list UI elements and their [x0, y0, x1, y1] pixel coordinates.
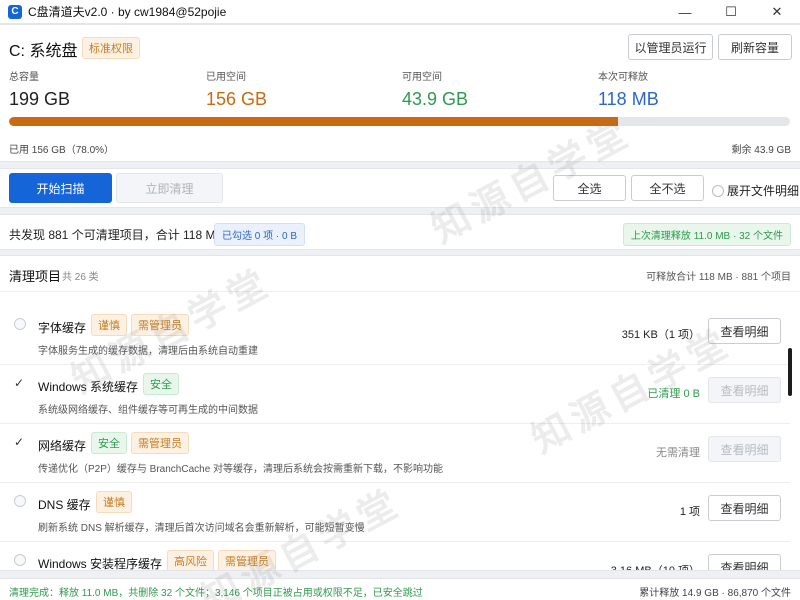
title-bar: C C盘清道夫v2.0 · by cw1984@52pojie — ☐ ✕	[0, 0, 800, 24]
select-all-button[interactable]: 全选	[553, 175, 626, 201]
refresh-capacity-button[interactable]: 刷新容量	[718, 34, 792, 60]
risk-badge: 安全	[143, 373, 179, 395]
item-description: 系统级网络缓存、组件缓存等可再生成的中间数据	[38, 405, 258, 416]
usage-progress-bar	[9, 117, 790, 126]
close-icon[interactable]: ✕	[754, 0, 800, 24]
drive-panel: C: 系统盘 标准权限 以管理员运行 刷新容量 总容量 199 GB 已用空间 …	[0, 24, 800, 162]
stat-value: 118 MB	[598, 89, 659, 109]
run-as-admin-button[interactable]: 以管理员运行	[628, 34, 713, 60]
stat-label: 总容量	[9, 72, 39, 83]
permission-badge: 标准权限	[82, 37, 140, 59]
item-status: 无需清理	[656, 447, 700, 459]
risk-badge: 需管理员	[218, 550, 276, 570]
risk-badge: 安全	[91, 432, 127, 454]
clean-item-row[interactable]: ✓ Windows 系统缓存 安全系统级网络缓存、组件缓存等可再生成的中间数据 已清理…	[0, 365, 790, 424]
toolbar: 开始扫描 立即清理 全选 全不选 展开文件明细	[0, 168, 800, 208]
stat-used: 已用空间 156 GB	[206, 68, 267, 110]
minimize-icon[interactable]: —	[662, 0, 708, 24]
clean-now-button[interactable]: 立即清理	[116, 173, 223, 203]
maximize-icon[interactable]: ☐	[708, 0, 754, 24]
item-name: Windows 系统缓存	[38, 380, 139, 394]
status-bar: 清理完成：释放 11.0 MB，共删除 32 个文件；3,146 个项目正被占用…	[0, 578, 800, 600]
view-details-button[interactable]: 查看明细	[708, 318, 781, 344]
risk-badge: 谨慎	[96, 491, 132, 513]
window-title: C盘清道夫v2.0 · by cw1984@52pojie	[28, 5, 227, 19]
stat-value: 156 GB	[206, 89, 268, 109]
checked-icon[interactable]: ✓	[14, 377, 26, 389]
view-details-button[interactable]: 查看明细	[708, 495, 781, 521]
item-name: Windows 安装程序缓存	[38, 557, 163, 571]
item-badges: 谨慎 需管理员	[91, 314, 189, 336]
view-details-button[interactable]: 查看明细	[708, 436, 781, 462]
checked-icon[interactable]: ✓	[14, 436, 26, 448]
clean-items: 字体缓存 谨慎 需管理员 字体服务生成的缓存数据，清理后由系统自动重建 351 KB（1…	[0, 306, 790, 571]
status-message: 清理完成：释放 11.0 MB，共删除 32 个文件；3,146 个项目正被占用…	[9, 588, 423, 599]
stat-label: 本次可释放	[598, 72, 648, 83]
app-icon: C	[8, 4, 22, 19]
used-summary: 已用 156 GB（78.0%）	[9, 145, 115, 156]
stat-release: 本次可释放 118 MB	[598, 68, 659, 110]
clean-item-row[interactable]: 字体缓存 谨慎 需管理员字体服务生成的缓存数据，清理后由系统自动重建 351 KB（1…	[0, 306, 790, 365]
item-badges: 谨慎	[96, 491, 132, 513]
window-controls: — ☐ ✕	[662, 0, 800, 24]
item-status: 351 KB（1 项）	[621, 329, 700, 341]
start-scan-button[interactable]: 开始扫描	[9, 173, 112, 203]
item-status: 已清理 0 B	[647, 388, 700, 400]
item-badges: 安全 需管理员	[91, 432, 189, 454]
found-summary: 共发现 881 个可清理项目，合计 118 MB	[9, 228, 224, 242]
item-description: 字体服务生成的缓存数据，清理后由系统自动重建	[38, 346, 258, 357]
select-none-button[interactable]: 全不选	[631, 175, 704, 201]
view-details-button[interactable]: 查看明细	[708, 377, 781, 403]
unchecked-radio[interactable]	[14, 554, 26, 566]
item-status: 3.16 MB（10 项）	[610, 565, 700, 571]
view-details-button[interactable]: 查看明细	[708, 554, 781, 570]
last-clean-badge: 上次清理释放 11.0 MB · 32 个文件	[622, 223, 791, 246]
item-description: 刷新系统 DNS 解析缓存，清理后首次访问域名会重新解析，可能短暂变慢	[38, 523, 365, 534]
stat-label: 可用空间	[402, 72, 442, 83]
stat-value: 43.9 GB	[402, 89, 469, 109]
expand-label: 展开文件明细	[727, 184, 800, 198]
risk-badge: 谨慎	[91, 314, 127, 336]
item-description: 传递优化（P2P）缓存与 BranchCache 对等缓存，清理后系统会按需重新…	[38, 464, 444, 475]
expand-radio[interactable]	[712, 184, 724, 197]
clean-item-row[interactable]: ✓ 网络缓存 安全 需管理员传递优化（P2P）缓存与 BranchCache 对等缓存…	[0, 424, 790, 483]
list-count: 共 26 类	[62, 272, 99, 283]
stat-value: 199 GB	[9, 89, 71, 109]
item-badges: 安全	[143, 373, 179, 395]
summary-panel: 共发现 881 个可清理项目，合计 118 MB 已勾选 0 项 · 0 B 上…	[0, 214, 800, 250]
cumulative-stats: 累计释放 14.9 GB · 86,870 个文件	[639, 588, 791, 599]
stat-free: 可用空间 43.9 GB	[402, 68, 468, 110]
remain-summary: 剩余 43.9 GB	[731, 145, 791, 156]
selected-badge: 已勾选 0 项 · 0 B	[214, 223, 306, 246]
item-badges: 高风险 需管理员	[167, 550, 276, 570]
usage-progress-fill	[9, 117, 619, 126]
expand-details-toggle[interactable]: 展开文件明细	[712, 182, 799, 199]
list-header: 清理项目 共 26 类 可释放合计 118 MB · 881 个项目	[0, 256, 800, 292]
risk-badge: 需管理员	[131, 432, 189, 454]
item-name: 网络缓存	[38, 439, 87, 453]
risk-badge: 需管理员	[131, 314, 189, 336]
list-total: 可释放合计 118 MB · 881 个项目	[646, 272, 791, 283]
item-name: 字体缓存	[38, 321, 87, 335]
clean-list-panel: 清理项目 共 26 类 可释放合计 118 MB · 881 个项目 字体缓存谨…	[0, 255, 800, 571]
drive-title: C: 系统盘	[9, 43, 78, 60]
risk-badge: 高风险	[167, 550, 214, 570]
clean-item-row[interactable]: DNS 缓存 谨慎刷新系统 DNS 解析缓存，清理后首次访问域名会重新解析，可能短…	[0, 483, 790, 542]
clean-item-row[interactable]: Windows 安装程序缓存 高风险 需管理员 3.16 MB（10 项） 查看明细	[0, 542, 790, 571]
item-name: DNS 缓存	[38, 498, 91, 512]
unchecked-radio[interactable]	[14, 495, 26, 507]
item-status: 1 项	[679, 506, 700, 518]
unchecked-radio[interactable]	[14, 318, 26, 330]
list-scrollbar[interactable]	[788, 348, 792, 396]
list-title: 清理项目	[9, 269, 62, 284]
stat-total: 总容量 199 GB	[9, 68, 70, 110]
stat-label: 已用空间	[206, 72, 246, 83]
